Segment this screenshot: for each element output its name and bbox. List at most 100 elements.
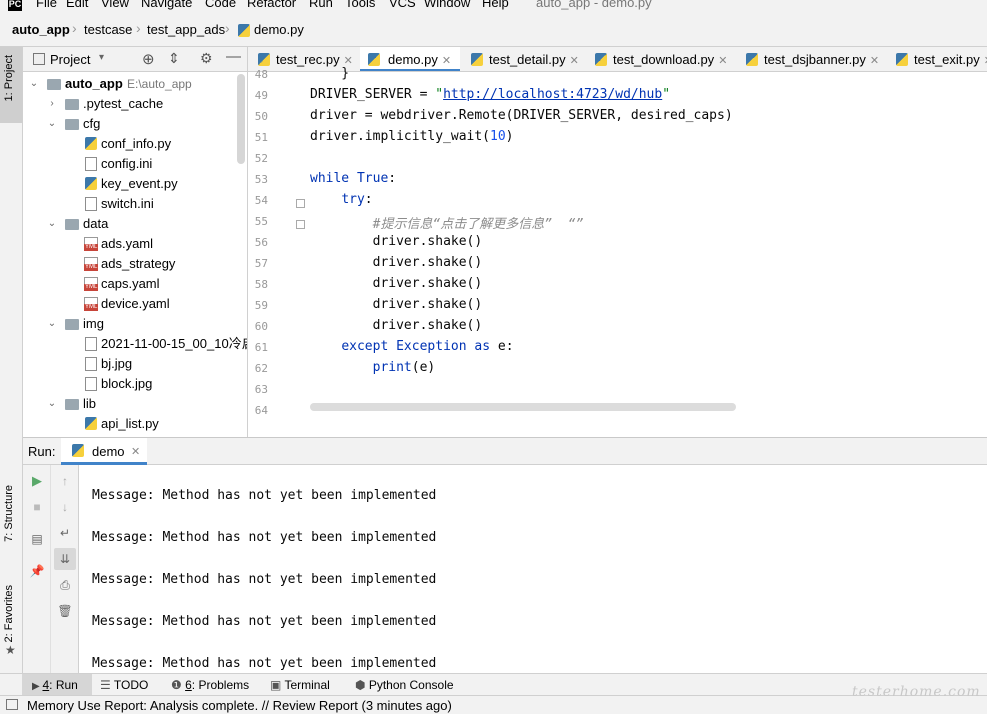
pin-icon[interactable]: 📌 <box>29 563 45 579</box>
tree-item-data[interactable]: ⌄ data <box>23 214 235 234</box>
tab-label: test_exit.py <box>914 52 980 67</box>
code-line-54: try: <box>341 192 373 207</box>
code-editor[interactable]: test_rec.py ✕ demo.py ✕ test_detail.py ✕ te… <box>248 47 987 437</box>
tool-tab-python-console[interactable]: ⬢ Python Console <box>355 674 454 696</box>
breadcrumb-testcase[interactable]: testcase <box>84 22 132 37</box>
tree-item-conf-info[interactable]: conf_info.py <box>23 134 235 154</box>
tab-label: test_dsjbanner.py <box>764 52 866 67</box>
menu-help[interactable]: Help <box>482 0 509 10</box>
tab-demo[interactable]: demo.py ✕ <box>360 47 460 71</box>
stop-icon[interactable]: ■ <box>29 499 45 515</box>
menu-edit[interactable]: Edit <box>66 0 88 10</box>
line-number: 50 <box>254 110 268 123</box>
menu-navigate[interactable]: Navigate <box>141 0 192 10</box>
line-number: 49 <box>254 89 268 102</box>
project-tool-tab[interactable]: 1: Project <box>3 55 15 101</box>
menu-code[interactable]: Code <box>205 0 236 10</box>
python-file-icon <box>72 444 84 457</box>
tree-item-auto-app[interactable]: ⌄ auto_app E:\auto_app <box>23 74 235 94</box>
structure-tool-tab[interactable]: 7: Structure <box>3 485 15 542</box>
tree-item-switch-ini[interactable]: switch.ini <box>23 194 235 214</box>
editor-horizontal-scrollbar[interactable] <box>310 403 736 411</box>
menu-tools[interactable]: Tools <box>345 0 375 10</box>
breadcrumb-separator-icon: › <box>136 20 141 36</box>
rerun-icon[interactable]: ▶ <box>29 473 45 489</box>
tree-item-api-list[interactable]: api_list.py <box>23 414 235 434</box>
close-icon[interactable]: ✕ <box>718 55 727 67</box>
tree-item-caps-yaml[interactable]: YML caps.yaml <box>23 274 235 294</box>
python-file-icon <box>85 177 97 190</box>
tree-label: cfg <box>83 116 101 131</box>
soft-wrap-icon[interactable]: ↵ <box>57 525 73 541</box>
locate-file-icon[interactable]: ⊕ <box>142 50 155 68</box>
tree-item-block-jpg[interactable]: block.jpg <box>23 374 235 394</box>
tab-label: test_detail.py <box>489 52 566 67</box>
tree-item-key-event[interactable]: key_event.py <box>23 174 235 194</box>
favorites-tool-tab[interactable]: 2: Favorites <box>3 585 15 642</box>
layout-icon[interactable]: ▤ <box>29 531 45 547</box>
menu-refactor[interactable]: Refactor <box>247 0 296 10</box>
print-icon[interactable]: ⎙ <box>57 577 73 593</box>
tree-item-config-ini[interactable]: config.ini <box>23 154 235 174</box>
url-link[interactable]: http://localhost:4723/wd/hub <box>443 87 662 102</box>
tool-tab-problems[interactable]: ❶ 6: Problems <box>171 674 249 696</box>
fold-toggle-icon[interactable] <box>296 220 305 229</box>
project-scrollbar[interactable] <box>237 74 245 164</box>
close-icon[interactable]: ✕ <box>131 445 140 458</box>
collapse-all-icon[interactable]: ⇕ <box>168 50 180 67</box>
scroll-to-end-icon[interactable]: ⇊ <box>54 548 76 570</box>
chevron-down-icon[interactable]: ▾ <box>99 52 104 63</box>
close-icon[interactable]: ✕ <box>870 55 879 67</box>
menu-view[interactable]: View <box>101 0 129 10</box>
trash-icon[interactable]: 🗑 <box>57 603 73 619</box>
console-line: Message: Method has not yet been impleme… <box>92 488 437 503</box>
tool-tab-run[interactable]: ▶ 4: Run <box>22 674 92 696</box>
terminal-icon: ▣ <box>270 678 285 692</box>
fold-toggle-icon[interactable] <box>296 199 305 208</box>
menu-run[interactable]: Run <box>309 0 333 10</box>
line-number: 64 <box>254 404 268 417</box>
breadcrumb-project[interactable]: auto_app <box>12 22 70 37</box>
tree-item-screenshot-file[interactable]: 2021-11-00-15_00_10冷启 <box>23 334 247 354</box>
folder-icon <box>65 219 79 230</box>
tree-item-device-yaml[interactable]: YML device.yaml <box>23 294 235 314</box>
breadcrumb-test-app-ads[interactable]: test_app_ads <box>147 22 225 37</box>
menu-window[interactable]: Window <box>424 0 470 10</box>
watermark: testerhome.com <box>852 684 981 700</box>
code-line-49: DRIVER_SERVER = "http://localhost:4723/w… <box>310 87 671 102</box>
pycharm-logo-icon: PC <box>8 0 22 11</box>
hide-panel-icon[interactable]: — <box>226 48 241 65</box>
close-icon[interactable]: ✕ <box>442 55 451 67</box>
close-icon[interactable]: ✕ <box>570 55 579 67</box>
tab-test-detail[interactable]: test_detail.py ✕ <box>471 47 579 71</box>
arrow-down-icon[interactable]: ↓ <box>57 499 73 515</box>
run-tab-demo[interactable]: demo ✕ <box>61 438 147 465</box>
python-file-icon <box>595 53 607 66</box>
menu-vcs[interactable]: VCS <box>389 0 416 10</box>
tab-test-dsjbanner[interactable]: test_dsjbanner.py ✕ <box>746 47 879 71</box>
tool-tab-todo[interactable]: ☰ TODO <box>100 674 148 696</box>
tree-item-bj-jpg[interactable]: bj.jpg <box>23 354 235 374</box>
tree-item-cfg[interactable]: ⌄ cfg <box>23 114 235 134</box>
tab-test-download[interactable]: test_download.py ✕ <box>595 47 727 71</box>
breadcrumb-file[interactable]: demo.py <box>254 22 304 37</box>
code-line-55: #提示信息“点击了解更多信息” “” <box>372 217 584 232</box>
tree-path: E:\auto_app <box>127 77 192 91</box>
tree-item-lib[interactable]: ⌄ lib <box>23 394 235 414</box>
tree-item-img[interactable]: ⌄ img <box>23 314 235 334</box>
menu-file[interactable]: File <box>36 0 57 10</box>
python-file-icon <box>368 53 380 66</box>
tree-item-ads-strategy[interactable]: YML ads_strategy <box>23 254 235 274</box>
tab-test-exit[interactable]: test_exit.py✕ <box>896 47 987 71</box>
status-panel-icon[interactable] <box>6 699 18 710</box>
tree-item-ads-yaml[interactable]: YML ads.yaml <box>23 234 235 254</box>
bottom-tool-tabs: ▶ 4: Run ☰ TODO ❶ 6: Problems ▣ Terminal… <box>0 673 987 696</box>
chevron-down-icon: ⌄ <box>47 218 57 229</box>
status-message[interactable]: Memory Use Report: Analysis complete. //… <box>27 698 452 713</box>
code-line-48: } <box>310 66 350 81</box>
tree-item-pytest-cache[interactable]: › .pytest_cache <box>23 94 235 114</box>
arrow-up-icon[interactable]: ↑ <box>57 473 73 489</box>
project-panel-title[interactable]: Project <box>50 52 90 67</box>
tool-tab-terminal[interactable]: ▣ Terminal <box>270 674 330 696</box>
gear-icon[interactable]: ⚙ <box>200 50 213 67</box>
